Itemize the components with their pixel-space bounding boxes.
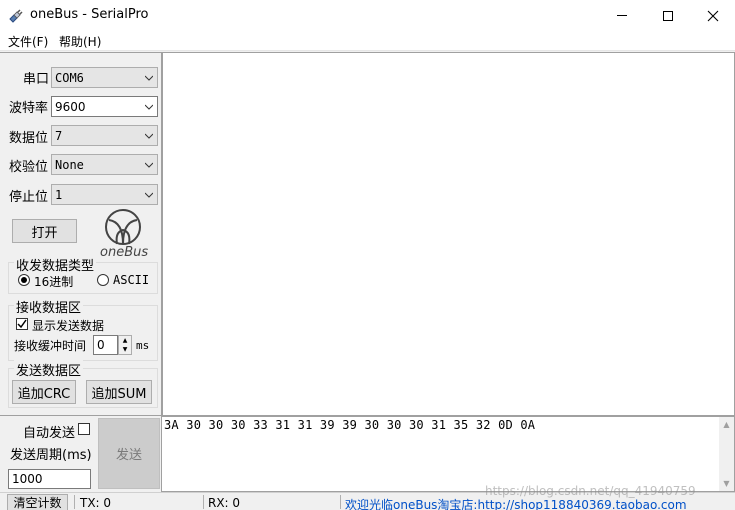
- buffer-spinner[interactable]: ▲ ▼: [118, 335, 132, 355]
- stopbits-select[interactable]: 1: [51, 184, 158, 205]
- period-input[interactable]: 1000: [8, 469, 91, 489]
- spin-down-icon[interactable]: ▼: [119, 345, 131, 354]
- send-input[interactable]: 3A 30 30 30 33 31 31 39 39 30 30 30 31 3…: [161, 416, 735, 492]
- rx-count: RX: 0: [208, 496, 241, 510]
- port-label: 串口: [23, 72, 50, 87]
- chevron-down-icon: [145, 192, 153, 198]
- port-value: COM6: [55, 71, 84, 85]
- send-button[interactable]: 发送: [98, 418, 160, 489]
- minimize-button[interactable]: [599, 0, 645, 31]
- stopbits-value: 1: [55, 188, 63, 202]
- onebus-logo-icon: [105, 209, 141, 245]
- stopbits-label: 停止位: [9, 190, 49, 205]
- baud-label: 波特率: [9, 101, 49, 116]
- baud-select[interactable]: 9600: [51, 96, 158, 117]
- port-select[interactable]: COM6: [51, 67, 158, 88]
- chevron-down-icon: [145, 133, 153, 139]
- maximize-button[interactable]: [645, 0, 691, 31]
- data-type-title: 收发数据类型: [14, 255, 97, 274]
- ascii-radio[interactable]: [97, 274, 109, 286]
- send-scrollbar[interactable]: ▲ ▼: [719, 417, 734, 491]
- menu-file[interactable]: 文件(F): [8, 33, 48, 50]
- hex-radio[interactable]: [18, 274, 30, 286]
- maximize-icon: [663, 10, 673, 21]
- status-divider: [74, 495, 75, 509]
- add-crc-button[interactable]: 追加CRC: [12, 380, 76, 404]
- chevron-down-icon: [145, 104, 153, 110]
- open-port-button[interactable]: 打开: [12, 219, 77, 243]
- close-icon: [707, 10, 719, 21]
- status-divider: [203, 495, 204, 509]
- minimize-icon: [617, 15, 627, 16]
- parity-value: None: [55, 158, 84, 172]
- close-button[interactable]: [690, 0, 735, 31]
- window-title: oneBus - SerialPro: [30, 7, 149, 22]
- show-send-label: 显示发送数据: [32, 319, 105, 333]
- auto-send-label: 自动发送: [23, 426, 76, 441]
- check-icon: [17, 319, 27, 329]
- databits-value: 7: [55, 129, 63, 143]
- baud-value: 9600: [55, 100, 86, 114]
- databits-label: 数据位: [9, 131, 49, 146]
- menu-bar: 文件(F) 帮助(H): [0, 31, 735, 51]
- clear-count-button[interactable]: 清空计数: [7, 494, 68, 510]
- scroll-down-icon[interactable]: ▼: [719, 476, 734, 491]
- watermark: https://blog.csdn.net/qq_41940759: [485, 484, 696, 498]
- period-label: 发送周期(ms): [10, 448, 92, 463]
- parity-label: 校验位: [9, 160, 49, 175]
- buffer-time-input[interactable]: 0: [93, 335, 118, 355]
- send-group-title: 发送数据区: [14, 360, 84, 379]
- buffer-unit: ms: [136, 339, 150, 352]
- ascii-label: ASCII: [113, 273, 150, 287]
- databits-select[interactable]: 7: [51, 125, 158, 146]
- title-bar: oneBus - SerialPro: [0, 0, 735, 31]
- recv-group-title: 接收数据区: [14, 297, 84, 316]
- buffer-label: 接收缓冲时间: [14, 339, 87, 353]
- parity-select[interactable]: None: [51, 154, 158, 175]
- chevron-down-icon: [145, 162, 153, 168]
- receive-display[interactable]: [162, 52, 735, 416]
- auto-send-checkbox[interactable]: [78, 423, 90, 435]
- chevron-down-icon: [145, 75, 153, 81]
- add-sum-button[interactable]: 追加SUM: [86, 380, 152, 404]
- spin-up-icon[interactable]: ▲: [119, 336, 131, 345]
- status-divider: [340, 495, 341, 509]
- scroll-up-icon[interactable]: ▲: [719, 417, 734, 432]
- serial-plug-icon: [9, 9, 23, 23]
- menu-help[interactable]: 帮助(H): [59, 33, 101, 50]
- show-send-checkbox[interactable]: [16, 318, 28, 330]
- shop-link[interactable]: 欢迎光临oneBus淘宝店:http://shop118840369.taoba…: [345, 496, 687, 510]
- tx-count: TX: 0: [80, 496, 112, 510]
- logo-text: oneBus: [100, 245, 149, 260]
- send-content: 3A 30 30 30 33 31 31 39 39 30 30 30 31 3…: [164, 418, 536, 432]
- hex-label: 16进制: [34, 275, 74, 289]
